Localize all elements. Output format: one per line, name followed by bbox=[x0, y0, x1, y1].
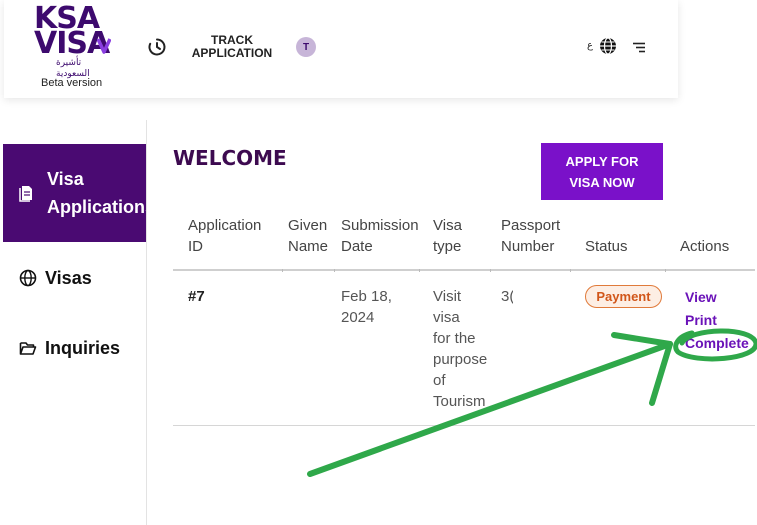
table-row-divider bbox=[173, 425, 755, 426]
status-badge: Payment bbox=[585, 285, 662, 308]
folder-icon bbox=[19, 342, 37, 355]
column-separator bbox=[282, 269, 283, 272]
annotation-arrow-head-upper bbox=[611, 332, 673, 347]
menu-icon[interactable] bbox=[632, 42, 646, 53]
column-header-actions: Actions bbox=[680, 238, 730, 255]
cell-visa-type: Visit visa for the purpose of Tourism bbox=[433, 288, 488, 410]
track-application-link[interactable]: TRACK APPLICATION bbox=[147, 34, 277, 60]
complete-link[interactable]: Complete bbox=[685, 335, 749, 351]
column-separator bbox=[490, 269, 491, 272]
cell-submission-date: Feb 18, 2024 bbox=[341, 288, 392, 326]
logo-arabic: تأشيرة السعودية bbox=[56, 57, 90, 78]
column-header-status: Status bbox=[585, 238, 628, 255]
cell-application-id: #7 bbox=[188, 288, 205, 305]
ksa-visa-logo[interactable]: KSA VISA تأشيرة السعودية Beta version bbox=[34, 2, 114, 92]
sidebar-item-visa-applications[interactable]: Visa Applications bbox=[3, 144, 146, 242]
print-link[interactable]: Print bbox=[685, 312, 717, 328]
column-header-visa-type: Visa type bbox=[433, 217, 462, 255]
sidebar-item-visas[interactable]: Visas bbox=[3, 265, 146, 291]
view-link[interactable]: View bbox=[685, 289, 717, 305]
table-header-divider bbox=[173, 269, 755, 271]
column-header-application-id: Application ID bbox=[188, 217, 262, 255]
sidebar-item-label: Inquiries bbox=[45, 337, 121, 358]
column-header-submission-date: Submission Date bbox=[341, 217, 419, 255]
sidebar-item-label: Visas bbox=[45, 267, 92, 288]
column-separator bbox=[665, 269, 666, 272]
apply-button-label: APPLY FOR VISA NOW bbox=[565, 153, 639, 190]
avatar[interactable]: T bbox=[296, 37, 316, 57]
header: KSA VISA تأشيرة السعودية Beta version TR… bbox=[4, 0, 678, 98]
sidebar-item-label: Visa Applications bbox=[47, 169, 146, 217]
page-title: WELCOME bbox=[173, 146, 287, 170]
document-icon bbox=[19, 186, 32, 202]
globe-icon bbox=[19, 269, 37, 287]
sidebar-divider bbox=[146, 120, 147, 525]
beta-label: Beta version bbox=[41, 77, 103, 89]
logo-v-mark-icon bbox=[97, 38, 111, 54]
sidebar-item-inquiries[interactable]: Inquiries bbox=[3, 335, 146, 361]
apply-for-visa-button[interactable]: APPLY FOR VISA NOW bbox=[541, 143, 663, 200]
language-label[interactable]: ع bbox=[587, 40, 593, 51]
column-separator bbox=[334, 269, 335, 272]
clock-icon bbox=[148, 38, 166, 56]
annotation-arrow-head-lower bbox=[649, 341, 673, 406]
column-header-given-name: Given Name bbox=[288, 217, 329, 255]
column-separator bbox=[419, 269, 420, 272]
track-application-label: TRACK APPLICATION bbox=[191, 33, 273, 60]
cell-passport-number: 3( bbox=[501, 288, 513, 305]
column-separator bbox=[570, 269, 571, 272]
column-header-passport-number: Passport Number bbox=[501, 217, 561, 255]
globe-icon[interactable] bbox=[599, 37, 617, 55]
